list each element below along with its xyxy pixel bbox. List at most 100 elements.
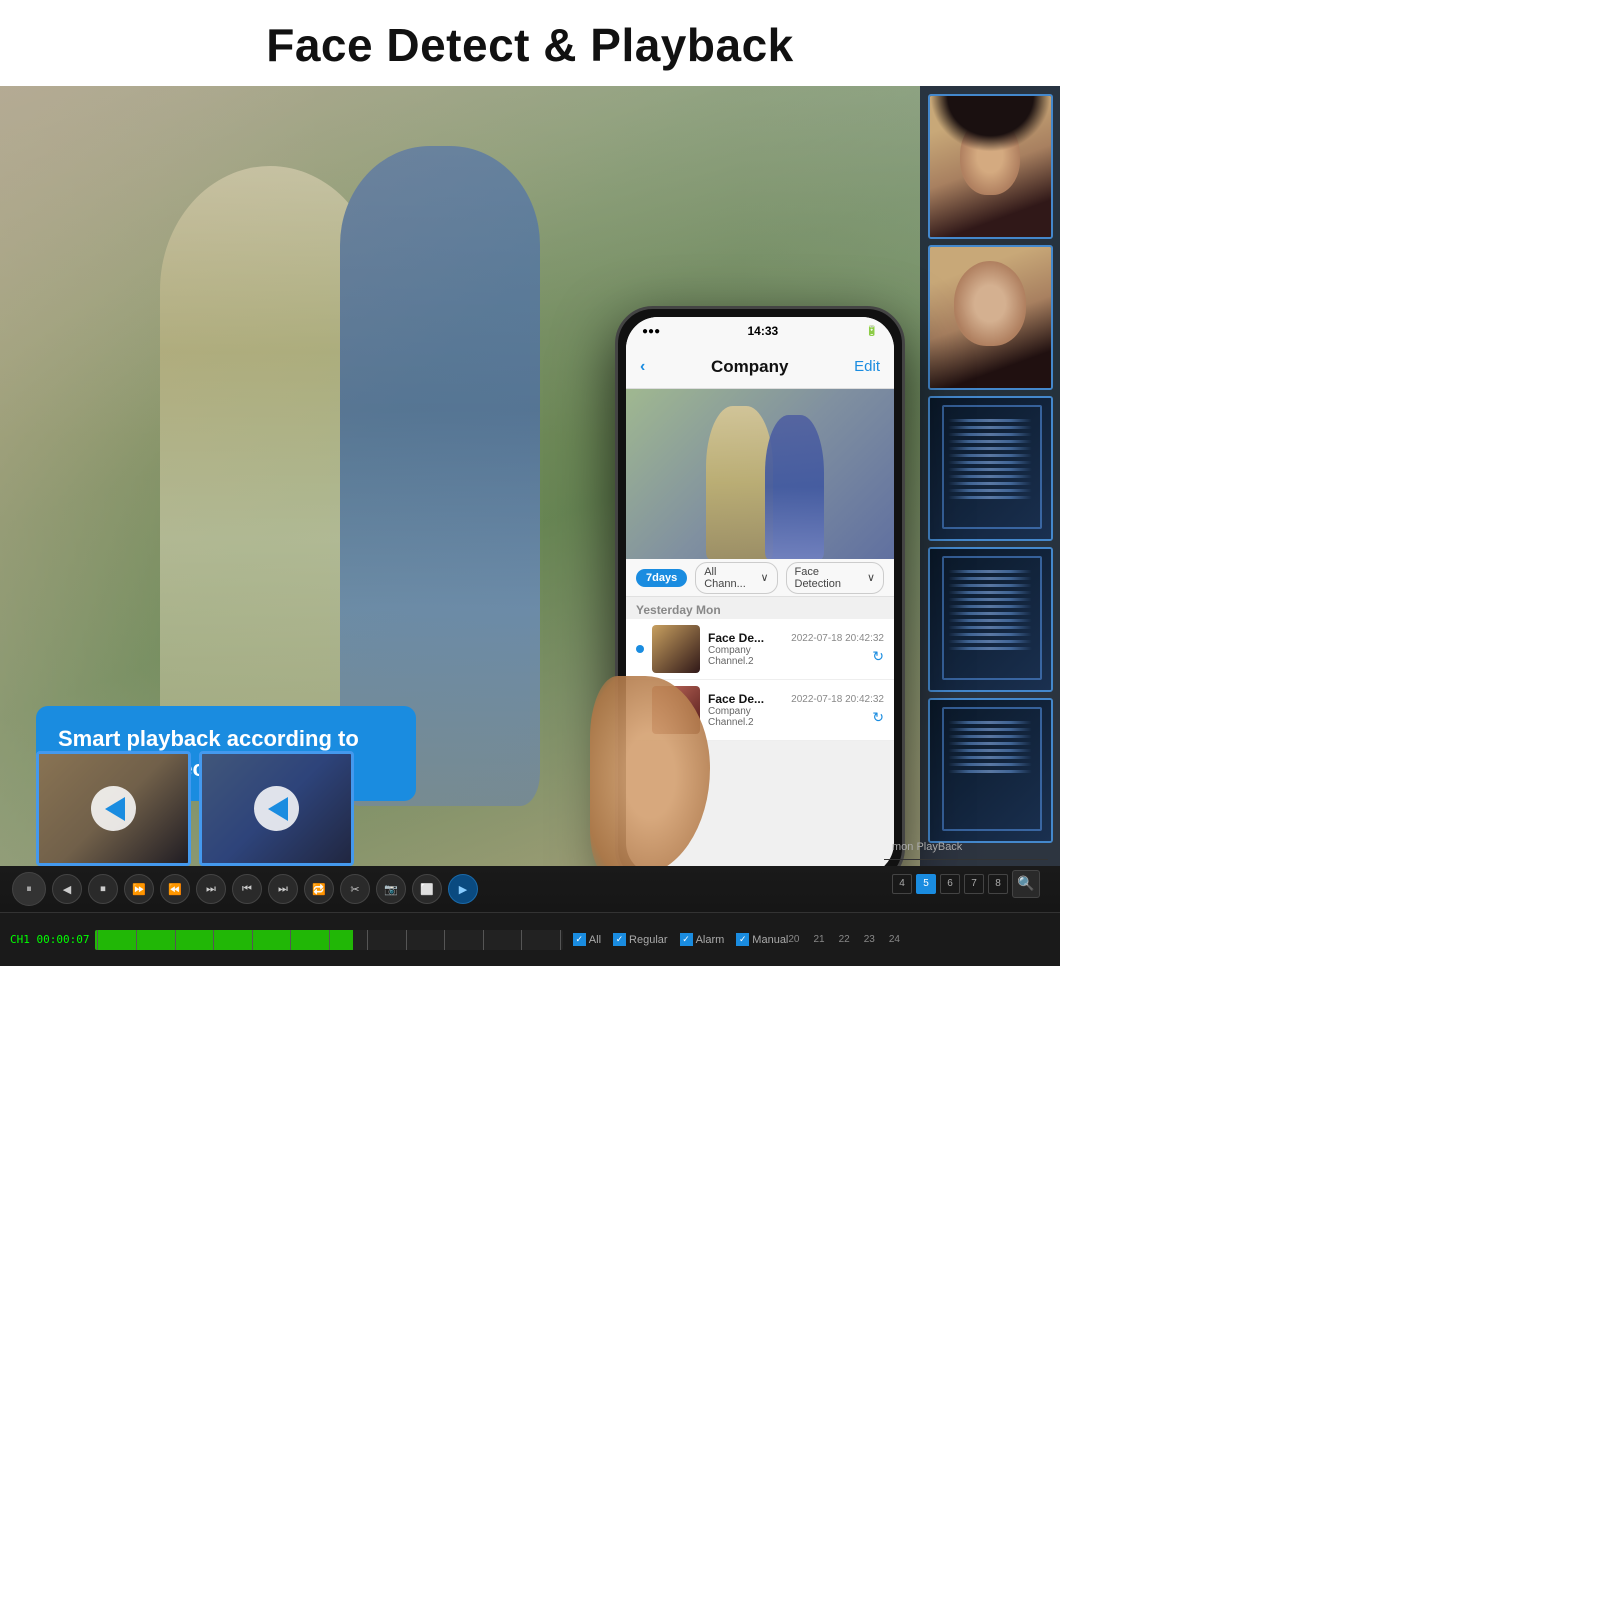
scan-line [948, 598, 1033, 601]
face-thumb-2[interactable] [928, 245, 1053, 390]
num-box-8[interactable]: 8 [988, 874, 1008, 894]
filter-channel[interactable]: All Chann... ∨ [695, 562, 777, 594]
skip-forward-button[interactable]: ⏭ [196, 874, 226, 904]
checkbox-alarm[interactable]: ✓ Alarm [680, 933, 725, 946]
phone-list-info-2: Face De... Company Channel.2 [708, 692, 783, 728]
phone-list-refresh-1[interactable]: ↻ [872, 648, 884, 665]
thumb-video-1[interactable] [36, 751, 191, 866]
skip-back-button[interactable]: ⏮ [232, 874, 262, 904]
phone-list-sub-1: Company [708, 645, 783, 656]
thumb-video-2[interactable] [199, 751, 354, 866]
checkbox-manual[interactable]: ✓ Manual [736, 933, 788, 946]
filter-days[interactable]: 7days [636, 569, 687, 587]
timeline-track[interactable] [95, 930, 562, 950]
tick [252, 930, 253, 950]
scan-line [948, 570, 1033, 573]
checkbox-all-box[interactable]: ✓ [573, 933, 586, 946]
scan-line [948, 640, 1033, 643]
checkbox-regular[interactable]: ✓ Regular [613, 933, 668, 946]
tick [329, 930, 330, 950]
time-label-20: 20 [788, 934, 799, 945]
face-thumb-5[interactable] [928, 698, 1053, 843]
face-photo-1 [930, 96, 1051, 237]
scan-line [948, 584, 1033, 587]
clip-button[interactable]: ✂ [340, 874, 370, 904]
num-box-5[interactable]: 5 [916, 874, 936, 894]
num-box-7[interactable]: 7 [964, 874, 984, 894]
checkbox-alarm-box[interactable]: ✓ [680, 933, 693, 946]
tick [483, 930, 484, 950]
tick [406, 930, 407, 950]
thumbnail-strip [36, 751, 354, 866]
play-forward-button[interactable]: ▶ [448, 874, 478, 904]
tick [97, 930, 98, 950]
phone-figure-left [706, 406, 773, 559]
filter-type[interactable]: Face Detection ∨ [786, 562, 885, 594]
scan-line [948, 591, 1033, 594]
face-thumb-3[interactable] [928, 396, 1053, 541]
scan-line [948, 482, 1033, 485]
scan-line [948, 419, 1033, 422]
search-button[interactable]: 🔍 [1012, 870, 1040, 898]
pause-button[interactable]: ⏸ [12, 872, 46, 906]
phone-battery: 🔋 [866, 326, 878, 337]
filter-type-label: Face Detection [795, 566, 864, 590]
tick [367, 930, 368, 950]
zoom-button[interactable]: ⬜ [412, 874, 442, 904]
scan-line [948, 433, 1033, 436]
checkbox-all-label: All [589, 934, 601, 946]
loop-button[interactable]: 🔁 [304, 874, 334, 904]
tick [213, 930, 214, 950]
phone-time: 14:33 [747, 324, 778, 338]
time-label-21: 21 [814, 934, 825, 945]
rewind-button[interactable]: ⏪ [160, 874, 190, 904]
tick [136, 930, 137, 950]
time-label-23: 23 [864, 934, 875, 945]
phone-nav-title: Company [711, 357, 788, 377]
checkbox-all[interactable]: ✓ All [573, 933, 601, 946]
face-thumb-4[interactable] [928, 547, 1053, 692]
right-panel-title: mon PlayBack [884, 835, 1048, 860]
phone-date-label: Yesterday Mon [626, 597, 894, 619]
page-header: Face Detect & Playback [0, 0, 1060, 86]
tick [560, 930, 561, 950]
play-button-2[interactable] [254, 786, 299, 831]
phone-list-refresh-2[interactable]: ↻ [872, 709, 884, 726]
prev-button[interactable]: ◀ [52, 874, 82, 904]
checkbox-regular-label: Regular [629, 934, 668, 946]
checkbox-manual-box[interactable]: ✓ [736, 933, 749, 946]
phone-list-item-1[interactable]: Face De... Company Channel.2 2022-07-18 … [626, 619, 894, 680]
phone-list-info-1: Face De... Company Channel.2 [708, 631, 783, 667]
phone-list-dot-1 [636, 645, 644, 653]
play-button-1[interactable] [91, 786, 136, 831]
scan-line [948, 426, 1033, 429]
phone-list-title-1: Face De... [708, 631, 783, 645]
screenshot-button[interactable]: 📷 [376, 874, 406, 904]
scan-line [948, 475, 1033, 478]
right-panel-title-text: mon PlayBack [892, 841, 962, 853]
checkbox-regular-box[interactable]: ✓ [613, 933, 626, 946]
scan-line [948, 770, 1033, 773]
stop-button[interactable]: ⏹ [88, 874, 118, 904]
phone-image-preview [626, 389, 894, 559]
face-thumb-1[interactable] [928, 94, 1053, 239]
scan-lines-3 [948, 721, 1033, 820]
face-scan-2 [930, 549, 1051, 690]
checkboxes-row: ✓ All ✓ Regular ✓ Alarm ✓ Manual [573, 933, 789, 946]
channel-label: CH1 [10, 933, 30, 946]
phone-edit-button[interactable]: Edit [854, 358, 880, 375]
num-box-4[interactable]: 4 [892, 874, 912, 894]
scan-lines-1 [948, 419, 1033, 518]
check-mark: ✓ [682, 935, 690, 944]
next-button[interactable]: ⏭ [268, 874, 298, 904]
scan-line [948, 626, 1033, 629]
phone-list-time-1: 2022-07-18 20:42:32 [791, 633, 884, 644]
phone-filter-bar: 7days All Chann... ∨ Face Detection ∨ [626, 559, 894, 597]
phone-back-button[interactable]: ‹ [640, 358, 645, 376]
num-box-6[interactable]: 6 [940, 874, 960, 894]
time-display: CH1 00:00:07 [10, 933, 89, 946]
scan-line [948, 612, 1033, 615]
phone-nav-bar: ‹ Company Edit [626, 345, 894, 389]
face-photo-2 [930, 247, 1051, 388]
fast-forward-button[interactable]: ⏩ [124, 874, 154, 904]
